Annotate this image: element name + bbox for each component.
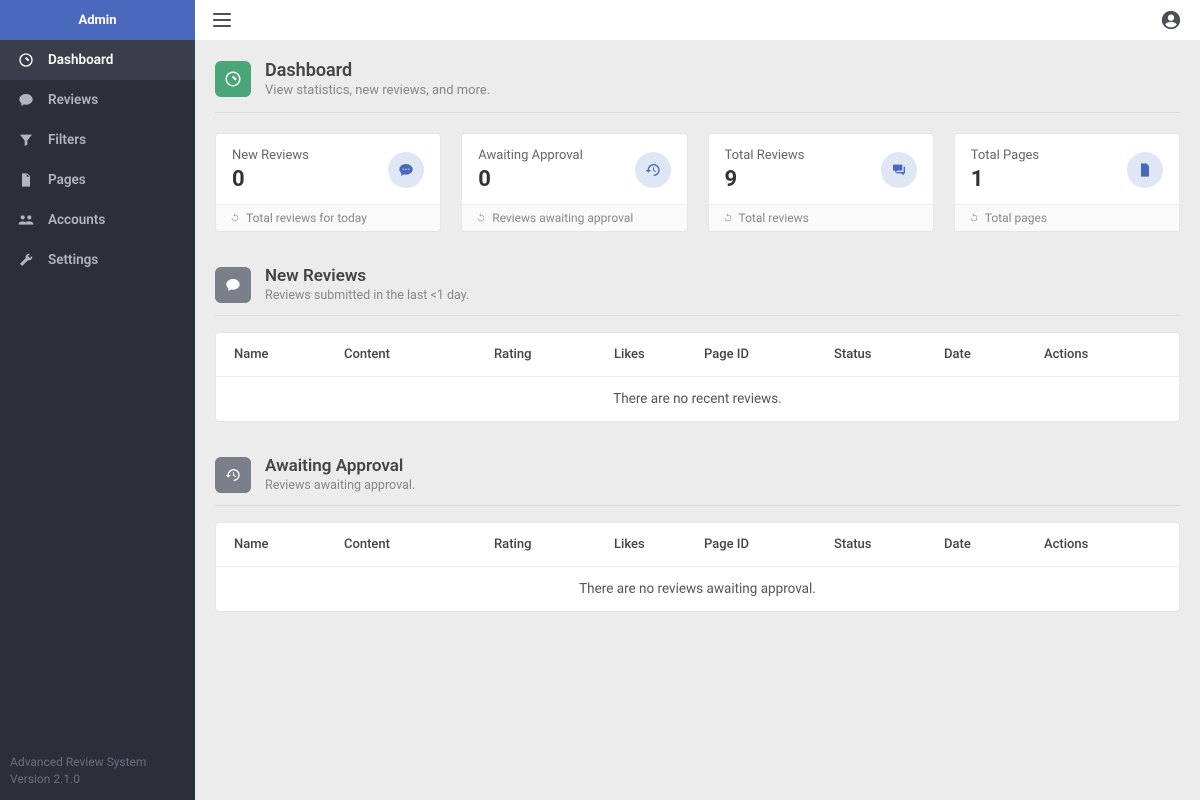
wrench-icon [18,252,34,268]
sidebar-item-pages[interactable]: Pages [0,160,195,200]
stat-label: Total Pages [971,148,1039,163]
col-actions: Actions [1044,537,1161,552]
history-icon [635,152,671,188]
file-icon [18,172,34,188]
stat-value: 0 [232,167,309,192]
stat-value: 9 [725,167,805,192]
stat-footer: Reviews awaiting approval [492,211,633,225]
footer-version: Version 2.1.0 [10,771,185,788]
empty-state-awaiting: There are no reviews awaiting approval. [216,567,1179,611]
sidebar-item-label: Dashboard [48,52,113,68]
refresh-icon [476,213,486,223]
topbar [195,0,1200,40]
col-content: Content [344,537,494,552]
stat-value: 1 [971,167,1039,192]
section-description: Reviews awaiting approval. [265,478,415,493]
menu-toggle-button[interactable] [213,13,231,27]
sidebar-item-dashboard[interactable]: Dashboard [0,40,195,80]
refresh-icon [969,213,979,223]
sidebar-item-reviews[interactable]: Reviews [0,80,195,120]
file-icon [1127,152,1163,188]
col-actions: Actions [1044,347,1161,362]
table-awaiting: Name Content Rating Likes Page ID Status… [215,522,1180,612]
col-likes: Likes [614,537,704,552]
comment-dots-icon [388,152,424,188]
section-title: New Reviews [265,266,469,286]
sidebar: Admin Dashboard Reviews Filters Pages Ac… [0,0,195,800]
stat-footer: Total reviews [739,211,809,225]
footer-product: Advanced Review System [10,754,185,771]
stat-card-new-reviews: New Reviews 0 Total reviews for today [215,133,441,232]
stat-footer: Total pages [985,211,1047,225]
section-header-awaiting: Awaiting Approval Reviews awaiting appro… [215,456,1180,506]
page-header: Dashboard View statistics, new reviews, … [215,60,1180,113]
brand-title[interactable]: Admin [0,0,195,40]
sidebar-item-settings[interactable]: Settings [0,240,195,280]
content-area: Dashboard View statistics, new reviews, … [195,40,1200,800]
stat-label: Awaiting Approval [478,148,583,163]
filter-icon [18,132,34,148]
section-description: Reviews submitted in the last <1 day. [265,288,469,303]
stat-value: 0 [478,167,583,192]
sidebar-nav: Dashboard Reviews Filters Pages Accounts… [0,40,195,742]
col-page: Page ID [704,347,834,362]
comment-icon [18,92,34,108]
col-likes: Likes [614,347,704,362]
users-icon [18,212,34,228]
stat-label: New Reviews [232,148,309,163]
col-content: Content [344,347,494,362]
section-header-new-reviews: New Reviews Reviews submitted in the las… [215,266,1180,316]
table-header: Name Content Rating Likes Page ID Status… [216,333,1179,377]
gauge-icon [18,52,34,68]
col-rating: Rating [494,537,614,552]
col-date: Date [944,347,1044,362]
page-description: View statistics, new reviews, and more. [265,83,490,98]
table-new-reviews: Name Content Rating Likes Page ID Status… [215,332,1180,422]
col-status: Status [834,347,944,362]
sidebar-item-label: Filters [48,132,86,148]
refresh-icon [723,213,733,223]
sidebar-item-label: Reviews [48,92,98,108]
gauge-icon [215,61,251,97]
stat-card-total-reviews: Total Reviews 9 Total reviews [708,133,934,232]
sidebar-item-label: Pages [48,172,86,188]
table-header: Name Content Rating Likes Page ID Status… [216,523,1179,567]
main: Dashboard View statistics, new reviews, … [195,0,1200,800]
col-page: Page ID [704,537,834,552]
stat-row: New Reviews 0 Total reviews for today Aw… [215,133,1180,232]
section-title: Awaiting Approval [265,456,415,476]
user-menu-button[interactable] [1160,9,1182,31]
stat-label: Total Reviews [725,148,805,163]
col-rating: Rating [494,347,614,362]
history-icon [215,457,251,493]
sidebar-item-label: Accounts [48,212,105,228]
col-name: Name [234,537,344,552]
col-date: Date [944,537,1044,552]
stat-card-total-pages: Total Pages 1 Total pages [954,133,1180,232]
page-title: Dashboard [265,60,490,81]
stat-card-awaiting: Awaiting Approval 0 Reviews awaiting app… [461,133,687,232]
col-status: Status [834,537,944,552]
sidebar-footer: Advanced Review System Version 2.1.0 [0,742,195,800]
comment-icon [215,267,251,303]
stat-footer: Total reviews for today [246,211,367,225]
comments-icon [881,152,917,188]
col-name: Name [234,347,344,362]
empty-state-new: There are no recent reviews. [216,377,1179,421]
sidebar-item-label: Settings [48,252,98,268]
refresh-icon [230,213,240,223]
sidebar-item-accounts[interactable]: Accounts [0,200,195,240]
sidebar-item-filters[interactable]: Filters [0,120,195,160]
